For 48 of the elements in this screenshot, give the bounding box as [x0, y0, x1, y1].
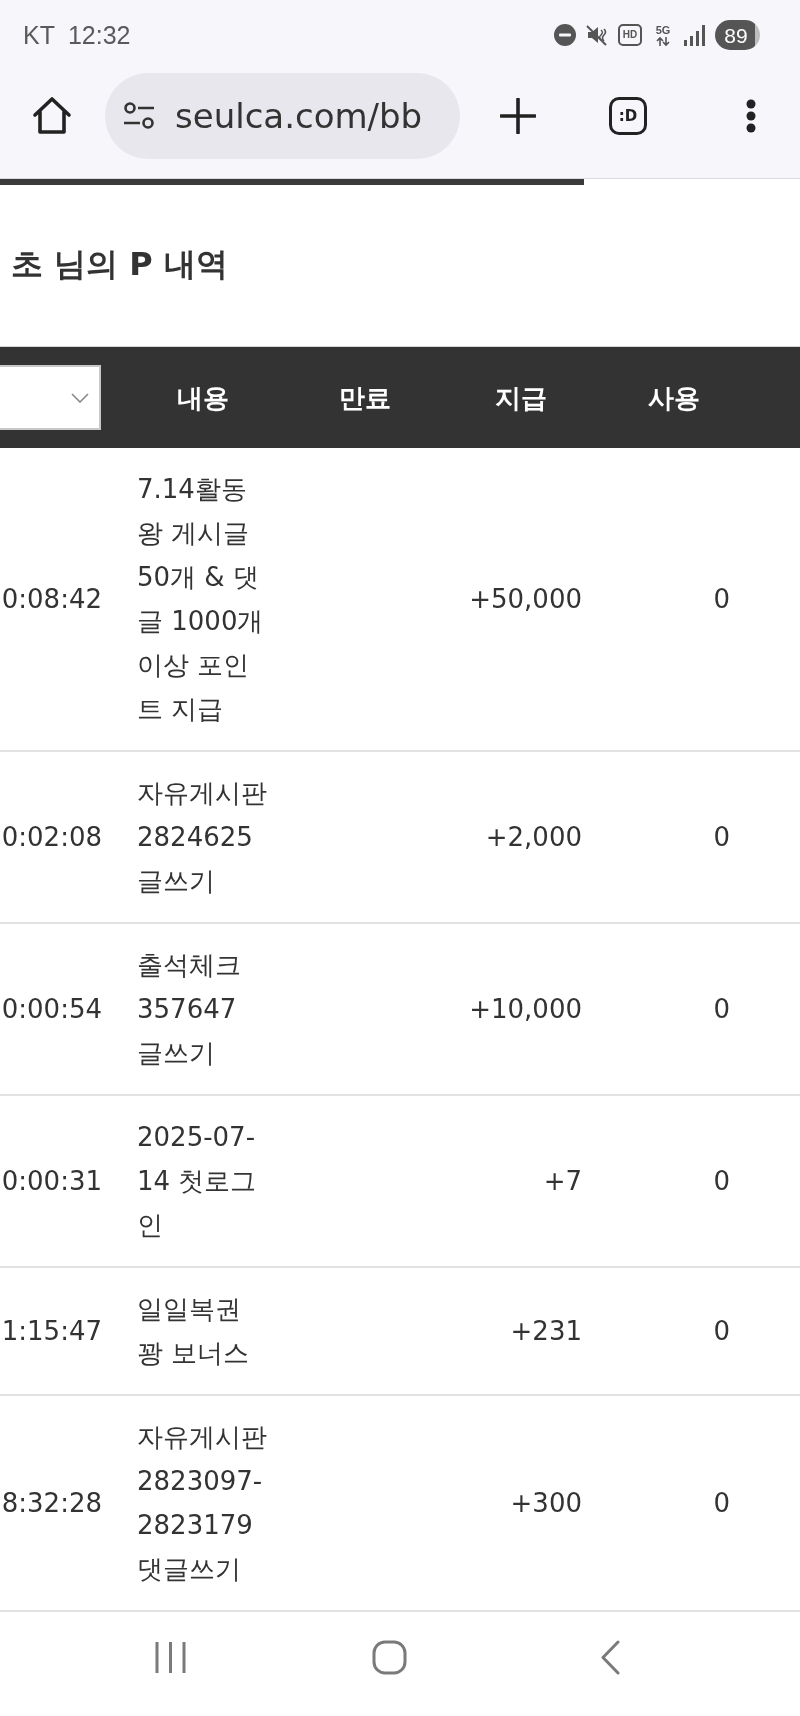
table-cell-text: 0 — [713, 583, 730, 616]
hd-indicator: HD — [618, 24, 642, 46]
table-cell-text: 일일복권 꽝 보너스 — [137, 1293, 251, 1370]
column-header: 만료 — [339, 381, 391, 415]
table-cell-text: 0 — [713, 821, 730, 854]
column-header: 내용 — [176, 381, 229, 415]
mute-icon — [586, 24, 608, 46]
table-cell-text: 자유게시판 2824625 글쓰기 — [137, 777, 268, 898]
table-cell-text: +300 — [510, 1487, 582, 1520]
table-cell-text: +7 — [543, 1165, 582, 1198]
carrier-text: KT — [23, 22, 55, 48]
table-cell-text: 출석체크 357647 글쓰기 — [137, 949, 242, 1070]
table-cell-text: 0:08:42 — [1, 583, 102, 616]
data-arrows-icon — [656, 35, 670, 47]
url-text: seulca.com/bb — [175, 99, 423, 133]
table-cell-text: 2025-07-14 첫로그인 — [137, 1121, 258, 1242]
home-icon[interactable] — [32, 96, 72, 136]
tune-icon[interactable] — [123, 102, 155, 130]
table-cell-text: 0:00:31 — [1, 1165, 102, 1198]
chevron-down-icon — [71, 392, 89, 403]
table-cell-text: +231 — [510, 1315, 582, 1348]
battery-indicator: 89 — [715, 20, 760, 50]
table-cell-text: +10,000 — [469, 993, 582, 1026]
table-cell-text: 0 — [713, 1315, 730, 1348]
table-cell-text: 7.14활동왕 게시글 50개 & 댓글 1000개 이상 포인트 지급 — [137, 473, 265, 726]
table-cell-text: 자유게시판 2823097-2823179 댓글쓰기 — [137, 1421, 268, 1586]
recent-apps-icon[interactable] — [155, 1640, 186, 1674]
signal-icon — [684, 24, 705, 46]
column-header: 사용 — [648, 381, 700, 415]
table-cell-text: 0 — [713, 993, 730, 1026]
table-cell-text: 8:32:28 — [1, 1487, 102, 1520]
table-cell-text: 0 — [713, 1165, 730, 1198]
table-cell-text: +50,000 — [469, 583, 582, 616]
table-cell-text: 1:15:47 — [1, 1315, 102, 1348]
table-cell-text: 0 — [713, 1487, 730, 1520]
plus-icon[interactable] — [500, 98, 536, 134]
menu-icon[interactable] — [746, 99, 756, 133]
do-not-disturb-icon — [554, 24, 576, 46]
table-cell-text: +2,000 — [485, 821, 582, 854]
page-title: 초 님의 P 내역 — [11, 244, 228, 284]
tab-switcher-button[interactable]: :D — [609, 97, 647, 135]
network-type-text: 5G — [655, 23, 671, 36]
table-cell-text: 0:00:54 — [1, 993, 102, 1026]
column-header: 지급 — [495, 381, 547, 415]
clock-text: 12:32 — [67, 22, 131, 48]
table-cell-text: 0:02:08 — [1, 821, 102, 854]
back-icon[interactable] — [600, 1639, 620, 1675]
address-bar[interactable]: seulca.com/bb — [105, 73, 460, 159]
